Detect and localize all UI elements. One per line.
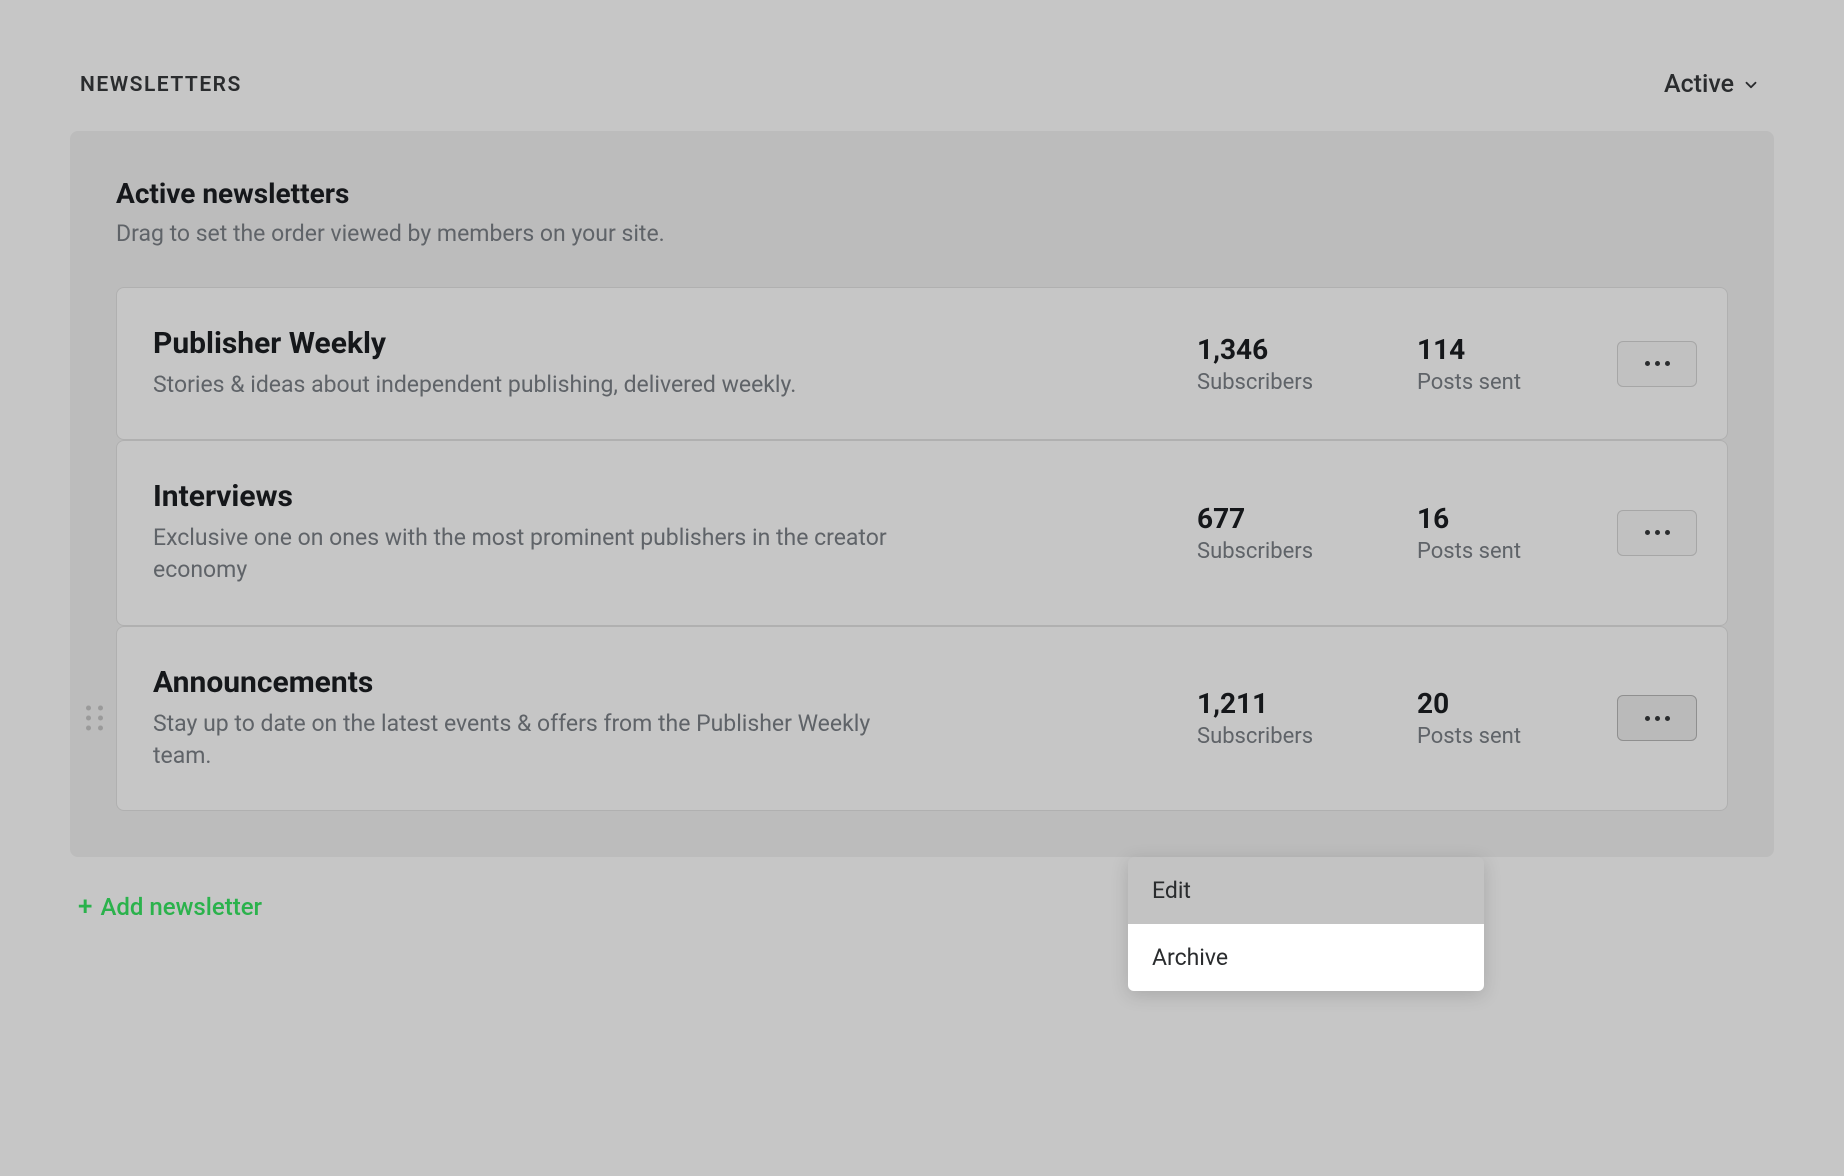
newsletter-description: Stay up to date on the latest events & o… [153, 708, 913, 772]
newsletters-page: NEWSLETTERS Active Active newsletters Dr… [0, 0, 1844, 921]
filter-select[interactable]: Active [1664, 70, 1760, 99]
newsletter-info: Publisher Weekly Stories & ideas about i… [153, 326, 1197, 401]
drag-handle-icon[interactable] [86, 706, 104, 731]
subscribers-value: 677 [1197, 502, 1347, 535]
subscribers-label: Subscribers [1197, 724, 1347, 749]
more-icon [1645, 716, 1670, 721]
page-header: NEWSLETTERS Active [70, 70, 1774, 99]
newsletter-title: Announcements [153, 665, 1167, 700]
newsletter-card-wrapper: Interviews Exclusive one on ones with th… [116, 440, 1728, 625]
add-newsletter-button[interactable]: + Add newsletter [70, 893, 1774, 921]
plus-icon: + [78, 894, 92, 920]
panel-title: Active newsletters [116, 177, 1728, 210]
more-button[interactable] [1617, 510, 1697, 556]
subscribers-stat: 1,211 Subscribers [1197, 687, 1347, 749]
newsletter-card-wrapper: Announcements Stay up to date on the lat… [116, 626, 1728, 811]
newsletter-card[interactable]: Publisher Weekly Stories & ideas about i… [116, 287, 1728, 440]
newsletter-title: Publisher Weekly [153, 326, 1167, 361]
more-dropdown: Edit Archive [1128, 857, 1484, 991]
posts-sent-stat: 16 Posts sent [1417, 502, 1567, 564]
newsletter-title: Interviews [153, 479, 1167, 514]
posts-sent-stat: 114 Posts sent [1417, 333, 1567, 395]
newsletter-description: Exclusive one on ones with the most prom… [153, 522, 913, 586]
newsletter-card-wrapper: Publisher Weekly Stories & ideas about i… [116, 287, 1728, 440]
newsletter-stats: 1,346 Subscribers 114 Posts sent [1197, 333, 1567, 395]
posts-sent-value: 20 [1417, 687, 1567, 720]
newsletter-actions [1617, 695, 1697, 741]
dropdown-edit[interactable]: Edit [1128, 857, 1484, 924]
subscribers-value: 1,211 [1197, 687, 1347, 720]
dropdown-archive[interactable]: Archive [1128, 924, 1484, 991]
newsletter-card[interactable]: Announcements Stay up to date on the lat… [116, 626, 1728, 811]
newsletter-stats: 1,211 Subscribers 20 Posts sent [1197, 687, 1567, 749]
newsletter-actions [1617, 510, 1697, 556]
posts-sent-label: Posts sent [1417, 370, 1567, 395]
newsletter-card[interactable]: Interviews Exclusive one on ones with th… [116, 440, 1728, 625]
add-newsletter-label: Add newsletter [100, 893, 262, 921]
newsletter-actions [1617, 341, 1697, 387]
chevron-down-icon [1742, 76, 1760, 94]
subscribers-label: Subscribers [1197, 370, 1347, 395]
posts-sent-value: 16 [1417, 502, 1567, 535]
newsletter-info: Announcements Stay up to date on the lat… [153, 665, 1197, 772]
active-newsletters-panel: Active newsletters Drag to set the order… [70, 131, 1774, 857]
subscribers-label: Subscribers [1197, 539, 1347, 564]
more-button[interactable] [1617, 695, 1697, 741]
posts-sent-value: 114 [1417, 333, 1567, 366]
posts-sent-label: Posts sent [1417, 724, 1567, 749]
newsletter-stats: 677 Subscribers 16 Posts sent [1197, 502, 1567, 564]
posts-sent-stat: 20 Posts sent [1417, 687, 1567, 749]
filter-value: Active [1664, 70, 1734, 99]
subscribers-value: 1,346 [1197, 333, 1347, 366]
more-button[interactable] [1617, 341, 1697, 387]
more-icon [1645, 361, 1670, 366]
panel-subtitle: Drag to set the order viewed by members … [116, 220, 1728, 247]
page-label: NEWSLETTERS [80, 73, 242, 97]
subscribers-stat: 1,346 Subscribers [1197, 333, 1347, 395]
newsletter-info: Interviews Exclusive one on ones with th… [153, 479, 1197, 586]
more-icon [1645, 530, 1670, 535]
posts-sent-label: Posts sent [1417, 539, 1567, 564]
subscribers-stat: 677 Subscribers [1197, 502, 1347, 564]
newsletter-description: Stories & ideas about independent publis… [153, 369, 913, 401]
